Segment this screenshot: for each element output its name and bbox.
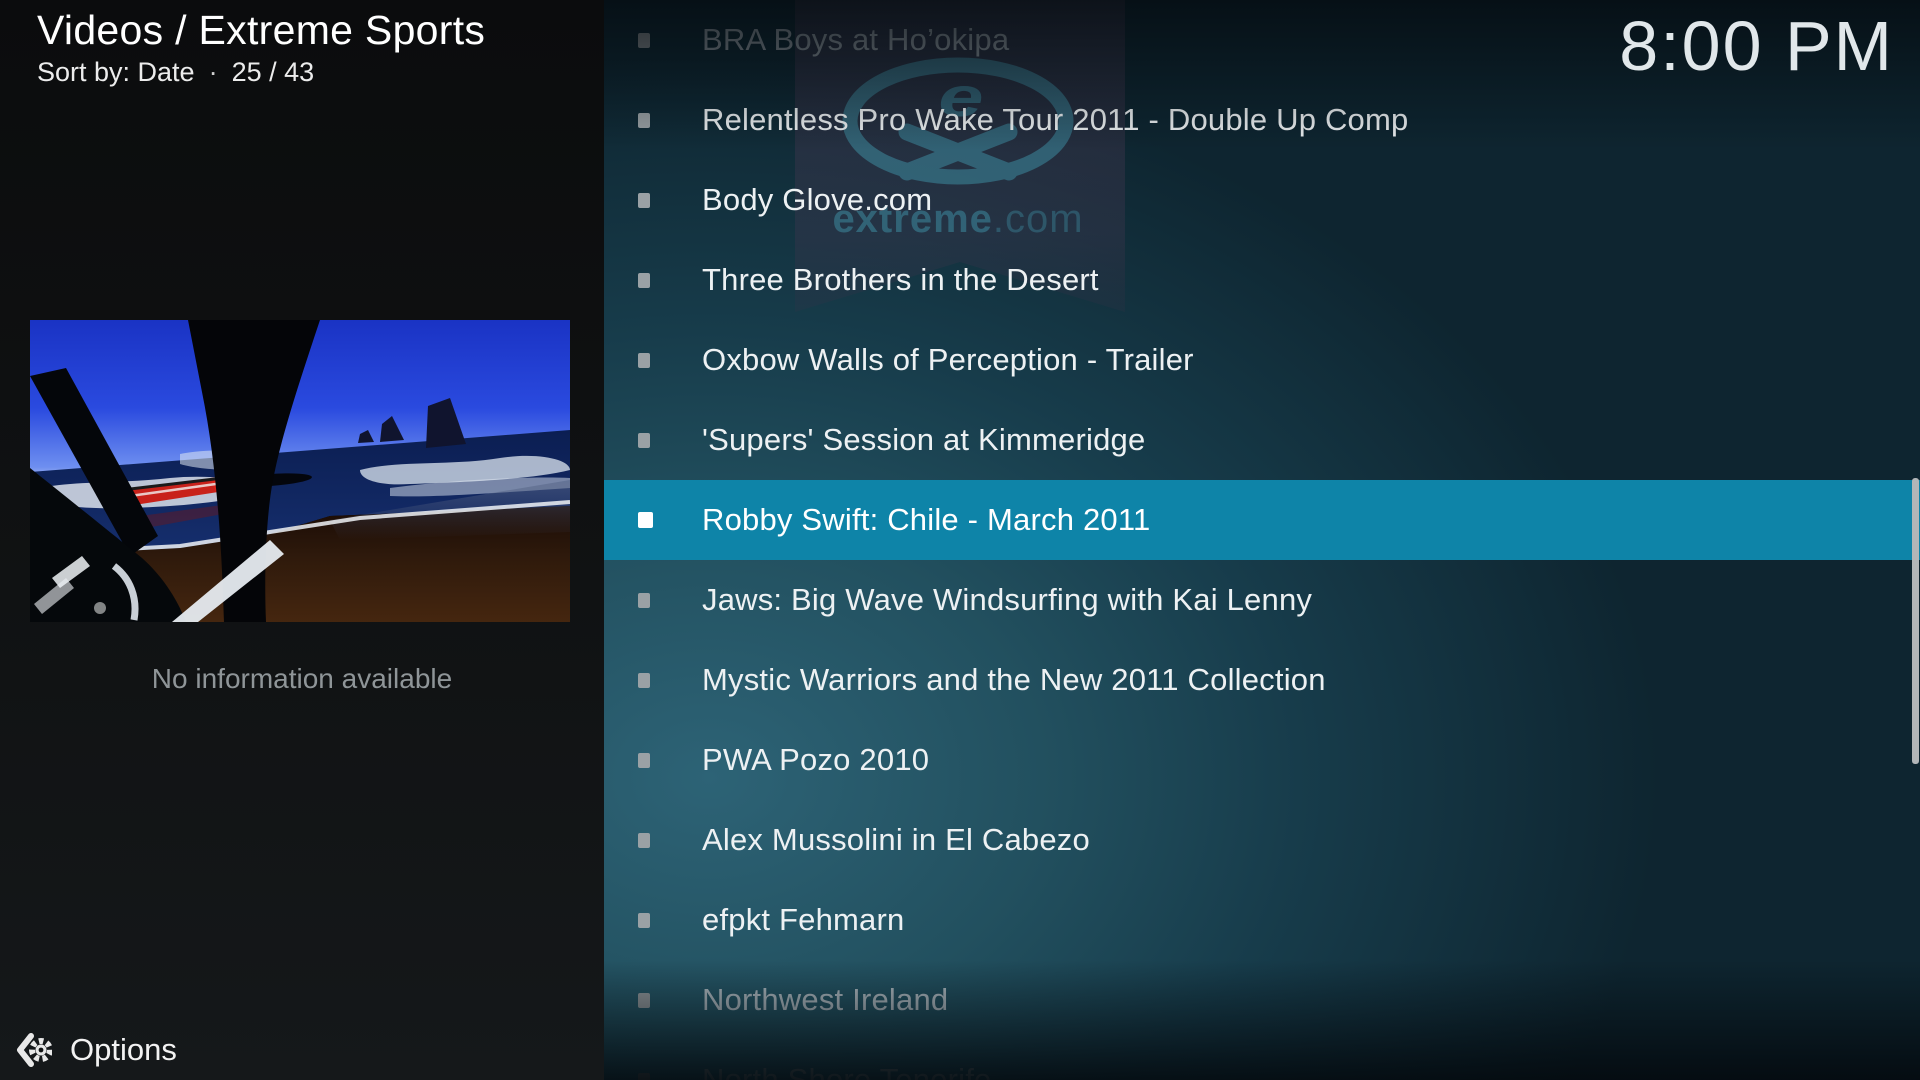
sort-status-line: Sort by: Date · 25 / 43 xyxy=(37,57,485,88)
page-header: Videos / Extreme Sports Sort by: Date · 25… xyxy=(37,6,485,88)
list-item-label: Mystic Warriors and the New 2011 Collect… xyxy=(702,662,1326,698)
bullet-icon xyxy=(638,753,650,768)
bullet-icon xyxy=(638,512,653,528)
video-thumbnail xyxy=(30,320,570,622)
list-item-label: PWA Pozo 2010 xyxy=(702,742,929,778)
bullet-icon xyxy=(638,113,650,128)
list-item-label: Robby Swift: Chile - March 2011 xyxy=(702,502,1150,538)
list-item-label: Jaws: Big Wave Windsurfing with Kai Lenn… xyxy=(702,582,1312,618)
bullet-icon xyxy=(638,913,650,928)
options-sidebar-icon xyxy=(16,1033,52,1067)
list-item-label: Body Glove.com xyxy=(702,182,932,218)
list-item[interactable]: Northwest Ireland xyxy=(604,960,1920,1040)
bullet-icon xyxy=(638,33,650,48)
list-item-label: Alex Mussolini in El Cabezo xyxy=(702,822,1090,858)
item-position-counter: 25 / 43 xyxy=(232,57,315,87)
bullet-icon xyxy=(638,993,650,1008)
list-item-label: BRA Boys at Ho’okipa xyxy=(702,22,1009,58)
bullet-icon xyxy=(638,273,650,288)
page-title: Videos / Extreme Sports xyxy=(37,6,485,55)
options-label: Options xyxy=(70,1032,177,1068)
list-item[interactable]: Three Brothers in the Desert xyxy=(604,240,1920,320)
list-item-label: efpkt Fehmarn xyxy=(702,902,904,938)
list-item-label: Three Brothers in the Desert xyxy=(702,262,1099,298)
list-item[interactable]: Body Glove.com xyxy=(604,160,1920,240)
list-item[interactable]: efpkt Fehmarn xyxy=(604,880,1920,960)
bullet-icon xyxy=(638,833,650,848)
bullet-icon xyxy=(638,433,650,448)
list-scrollbar-thumb[interactable] xyxy=(1912,478,1919,764)
list-item[interactable]: 'Supers' Session at Kimmeridge xyxy=(604,400,1920,480)
list-item-label: 'Supers' Session at Kimmeridge xyxy=(702,422,1145,458)
no-information-text: No information available xyxy=(0,663,604,695)
list-item-label: Oxbow Walls of Perception - Trailer xyxy=(702,342,1194,378)
bullet-icon xyxy=(638,673,650,688)
bullet-icon xyxy=(638,193,650,208)
dot-separator: · xyxy=(209,57,218,87)
list-item[interactable]: Mystic Warriors and the New 2011 Collect… xyxy=(604,640,1920,720)
options-button[interactable]: Options xyxy=(16,1032,177,1068)
list-item[interactable]: Robby Swift: Chile - March 2011 xyxy=(604,480,1920,560)
bullet-icon xyxy=(638,593,650,608)
video-list: BRA Boys at Ho’okipa Relentless Pro Wake … xyxy=(604,0,1920,1080)
list-item[interactable]: Jaws: Big Wave Windsurfing with Kai Lenn… xyxy=(604,560,1920,640)
list-item[interactable]: Alex Mussolini in El Cabezo xyxy=(604,800,1920,880)
list-item[interactable]: PWA Pozo 2010 xyxy=(604,720,1920,800)
list-item-label: Northwest Ireland xyxy=(702,982,948,1018)
bullet-icon xyxy=(638,353,650,368)
list-item-label: North Shore Tenerife xyxy=(702,1062,991,1080)
video-list-pane: e extreme.com BRA Boys at Ho’okipaRelent… xyxy=(604,0,1920,1080)
sort-by-label: Sort by: Date xyxy=(37,57,195,87)
info-pane: Videos / Extreme Sports Sort by: Date · 25… xyxy=(0,0,604,1080)
clock: 8:00 PM xyxy=(1619,8,1894,85)
list-item[interactable]: North Shore Tenerife xyxy=(604,1040,1920,1080)
list-item-label: Relentless Pro Wake Tour 2011 - Double U… xyxy=(702,102,1408,138)
list-item[interactable]: Relentless Pro Wake Tour 2011 - Double U… xyxy=(604,80,1920,160)
bullet-icon xyxy=(638,1073,650,1080)
list-item[interactable]: Oxbow Walls of Perception - Trailer xyxy=(604,320,1920,400)
kodi-videos-screen: e extreme.com BRA Boys at Ho’okipaRelent… xyxy=(0,0,1920,1080)
